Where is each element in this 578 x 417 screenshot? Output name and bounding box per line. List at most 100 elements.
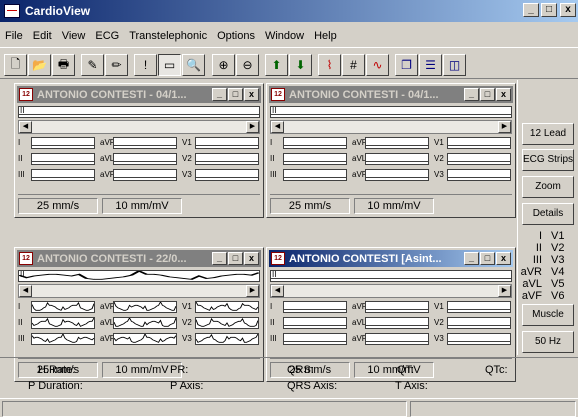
print-button[interactable]: 🖶 [52,54,75,76]
lead-cell[interactable]: II [18,317,96,329]
lead-cell[interactable]: V3 [182,169,260,181]
horizontal-scrollbar[interactable]: ◀ ▶ [270,120,512,134]
lead-select-iii[interactable]: III [533,254,542,266]
lead-select-i[interactable]: I [539,230,542,242]
menu-edit[interactable]: Edit [28,30,57,42]
lead-cell[interactable]: aVL [100,153,178,165]
lead-cell[interactable]: aVF [100,333,178,345]
horizontal-scrollbar[interactable]: ◀ ▶ [270,284,512,298]
window-title-bar[interactable]: 12 ANTONIO CONTESTI - 04/1... _ □ x [269,86,513,103]
lead-cell[interactable]: V2 [182,153,260,165]
minimize-button[interactable]: _ [212,252,227,265]
ecg-window-1[interactable]: 12 ANTONIO CONTESTI - 04/1... _ □ x II ◀ ▶ IaVR V… [14,83,264,218]
scroll-right-icon[interactable]: ▶ [498,121,511,133]
scroll-left-icon[interactable]: ◀ [19,121,32,133]
maximize-button[interactable]: □ [228,252,243,265]
side-button-ecg-strips[interactable]: ECG Strips [522,149,574,171]
paper-speed[interactable]: 25 mm/s [270,198,350,214]
lead-cell[interactable]: III [270,169,348,181]
lead-cell[interactable]: V1 [434,301,512,313]
lead-cell[interactable]: aVR [352,301,430,313]
lead-cell[interactable]: V3 [434,169,512,181]
arrow-down-button[interactable]: ⬇ [289,54,312,76]
menu-ecg[interactable]: ECG [90,30,124,42]
cascade-button[interactable]: ❐ [395,54,418,76]
minimize-button[interactable]: _ [464,252,479,265]
lead-cell[interactable]: aVF [100,169,178,181]
arrow-up-button[interactable]: ⬆ [265,54,288,76]
scroll-left-icon[interactable]: ◀ [271,285,284,297]
gain-setting[interactable]: 10 mm/mV [354,198,434,214]
scroll-right-icon[interactable]: ▶ [498,285,511,297]
filter-button-muscle[interactable]: Muscle [522,304,574,326]
scroll-left-icon[interactable]: ◀ [271,121,284,133]
minimize-button[interactable]: _ [464,88,479,101]
lead-cell[interactable]: I [18,137,96,149]
rhythm-strip[interactable]: II [270,270,512,282]
lead-cell[interactable]: V2 [434,317,512,329]
ecg-wave-button[interactable]: ⌇ [318,54,341,76]
lead-select-v1[interactable]: V1 [551,230,564,242]
menu-help[interactable]: Help [309,30,342,42]
lead-select-v5[interactable]: V5 [551,278,564,290]
magnifier-button[interactable]: 🔍 [182,54,205,76]
lead-cell[interactable]: II [270,317,348,329]
side-button-details[interactable]: Details [522,203,574,225]
tool-button[interactable]: ✎ [81,54,104,76]
lead-select-v4[interactable]: V4 [551,266,564,278]
menu-file[interactable]: File [0,30,28,42]
scroll-left-icon[interactable]: ◀ [19,285,32,297]
lead-cell[interactable]: V1 [434,137,512,149]
lead-select-v3[interactable]: V3 [551,254,564,266]
side-button-12-lead[interactable]: 12 Lead [522,123,574,145]
lead-cell[interactable]: aVR [352,137,430,149]
lead-cell[interactable]: aVL [100,317,178,329]
tile-horizontal-button[interactable]: ☰ [419,54,442,76]
wave-button[interactable]: ∿ [366,54,389,76]
window-title-bar[interactable]: 12 ANTONIO CONTESTI - 04/1... _ □ x [17,86,261,103]
new-button[interactable]: 🗋 [4,54,27,76]
close-button[interactable]: x [496,88,511,101]
maximize-button[interactable]: □ [480,88,495,101]
lead-cell[interactable]: III [18,333,96,345]
zoom-in-button[interactable]: ⊕ [212,54,235,76]
lead-cell[interactable]: I [270,301,348,313]
side-button-zoom[interactable]: Zoom [522,176,574,198]
lead-cell[interactable]: aVF [352,333,430,345]
lead-cell[interactable]: aVL [352,153,430,165]
close-button[interactable]: x [244,252,259,265]
lead-cell[interactable]: I [18,301,96,313]
lead-select-ii[interactable]: II [536,242,542,254]
close-button[interactable]: x [244,88,259,101]
lead-cell[interactable]: V1 [182,301,260,313]
horizontal-scrollbar[interactable]: ◀ ▶ [18,120,260,134]
lead-cell[interactable]: V2 [182,317,260,329]
lead-cell[interactable]: aVR [100,301,178,313]
lead-cell[interactable]: III [18,169,96,181]
edit-button[interactable]: ✏ [105,54,128,76]
maximize-button[interactable]: □ [480,252,495,265]
menu-view[interactable]: View [57,30,91,42]
lead-cell[interactable]: V3 [434,333,512,345]
horizontal-scrollbar[interactable]: ◀ ▶ [18,284,260,298]
close-button[interactable]: x [560,3,576,17]
lead-select-v6[interactable]: V6 [551,290,564,302]
open-button[interactable]: 📂 [28,54,51,76]
lead-select-avl[interactable]: aVL [522,278,542,290]
ecg-window-2[interactable]: 12 ANTONIO CONTESTI - 04/1... _ □ x II ◀ ▶ IaVR V… [266,83,516,218]
rhythm-strip[interactable]: II [270,106,512,118]
maximize-button[interactable]: □ [228,88,243,101]
menu-window[interactable]: Window [260,30,309,42]
lead-select-avf[interactable]: aVF [522,290,542,302]
lead-cell[interactable]: aVF [352,169,430,181]
lead-select-avr[interactable]: aVR [521,266,542,278]
lead-cell[interactable]: aVL [352,317,430,329]
gain-setting[interactable]: 10 mm/mV [102,198,182,214]
paper-speed[interactable]: 25 mm/s [18,198,98,214]
window-title-bar[interactable]: 12 ANTONIO CONTESTI - 22/0... _ □ x [17,250,261,267]
lead-select-v2[interactable]: V2 [551,242,564,254]
ruler-button[interactable]: ▭ [158,54,181,76]
lead-cell[interactable]: II [270,153,348,165]
scroll-right-icon[interactable]: ▶ [246,285,259,297]
zoom-out-button[interactable]: ⊖ [236,54,259,76]
